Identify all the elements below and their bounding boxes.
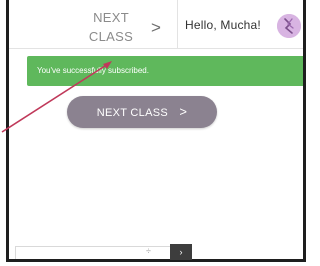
nav-next-line1: NEXT: [93, 10, 129, 25]
alert-message: You've successfully subscribed.: [37, 66, 149, 75]
top-bar: NEXT CLASS > Hello, Mucha!: [9, 0, 303, 49]
nav-next-class[interactable]: NEXT CLASS >: [73, 8, 161, 48]
go-button[interactable]: ›: [170, 244, 192, 260]
chevron-right-icon: ›: [179, 247, 183, 257]
header-divider: [177, 0, 178, 48]
next-class-button[interactable]: NEXT CLASS >: [67, 96, 217, 128]
next-class-label: NEXT CLASS: [96, 107, 168, 119]
screenshot-frame: NEXT CLASS > Hello, Mucha! You've succes…: [6, 0, 306, 262]
user-greeting[interactable]: Hello, Mucha!: [185, 18, 261, 32]
nav-next-line2: CLASS: [88, 29, 134, 44]
success-alert: You've successfully subscribed.: [27, 56, 303, 86]
avatar-icon[interactable]: [277, 14, 301, 38]
chevron-right-icon: >: [151, 18, 162, 37]
stepper-icon[interactable]: ÷: [146, 246, 151, 256]
chevron-right-icon: >: [179, 104, 188, 119]
